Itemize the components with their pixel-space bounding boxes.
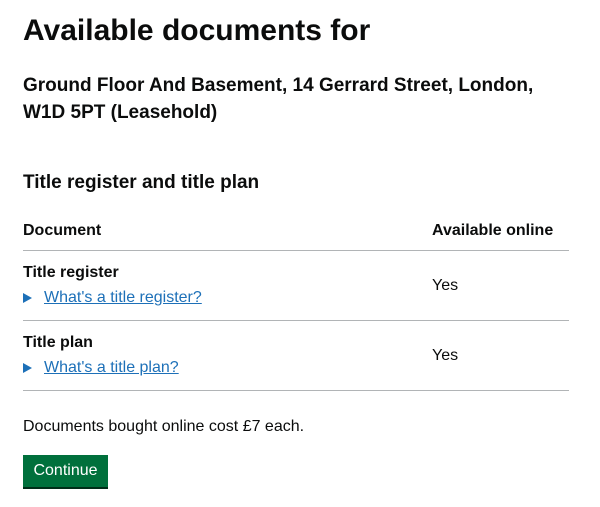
column-header-available-online: Available online xyxy=(432,222,554,239)
property-address: Ground Floor And Basement, 14 Gerrard St… xyxy=(23,75,534,123)
help-link[interactable]: What's a title register? xyxy=(44,288,202,308)
triangle-right-icon xyxy=(23,293,32,303)
section-heading: Title register and title plan xyxy=(23,172,260,193)
availability-value: Yes xyxy=(432,347,459,364)
column-header-document: Document xyxy=(23,222,102,239)
table-row: Title plan What's a title plan? Yes xyxy=(23,321,569,391)
document-name: Title register xyxy=(23,264,119,281)
help-link[interactable]: What's a title plan? xyxy=(44,358,179,378)
page-title: Available documents for xyxy=(23,14,371,47)
title-register-help-toggle[interactable]: What's a title register? xyxy=(23,288,202,308)
cost-note: Documents bought online cost £7 each. xyxy=(23,418,305,435)
table-header-row: Document Available online xyxy=(23,213,569,251)
title-plan-help-toggle[interactable]: What's a title plan? xyxy=(23,358,179,378)
document-name: Title plan xyxy=(23,334,93,351)
availability-value: Yes xyxy=(432,277,459,294)
continue-button[interactable]: Continue xyxy=(23,455,108,487)
documents-table: Document Available online Title register… xyxy=(23,213,569,391)
triangle-right-icon xyxy=(23,363,32,373)
table-row: Title register What's a title register? … xyxy=(23,251,569,321)
